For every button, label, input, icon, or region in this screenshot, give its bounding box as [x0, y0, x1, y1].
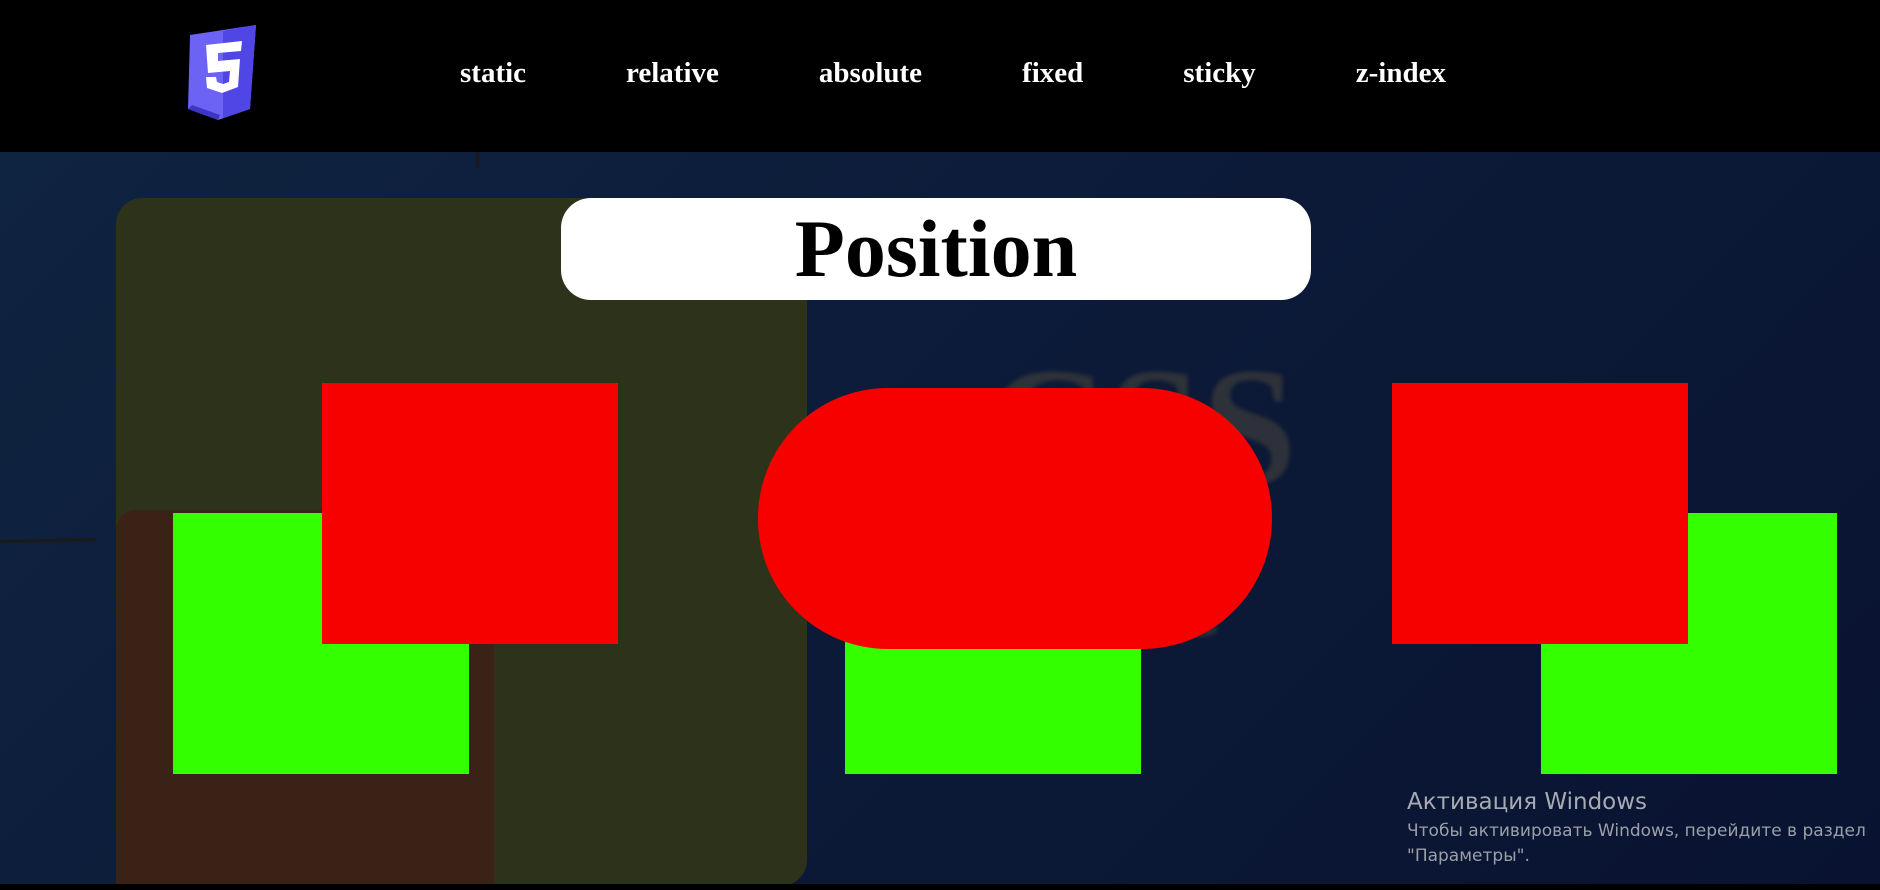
- activation-message-line-1: Чтобы активировать Windows, перейдите в …: [1407, 821, 1866, 841]
- red-pill-box: [758, 388, 1272, 649]
- activation-title: Активация Windows: [1407, 789, 1648, 815]
- nav-link-static[interactable]: static: [460, 48, 526, 98]
- windows-activation-watermark: Активация Windows Чтобы активировать Win…: [1407, 785, 1866, 869]
- activation-message-line-2: "Параметры".: [1407, 846, 1530, 866]
- main-nav: static relative absolute fixed sticky z-…: [460, 48, 1546, 98]
- stray-line: [0, 538, 97, 543]
- nav-link-relative[interactable]: relative: [626, 48, 719, 98]
- nav-link-absolute[interactable]: absolute: [819, 48, 922, 98]
- main-stage: CSS osit Position Активация Windows Чтоб…: [0, 152, 1880, 884]
- css3-logo-icon[interactable]: [184, 25, 262, 120]
- bottom-edge: [0, 884, 1880, 890]
- stray-line: [476, 152, 479, 168]
- red-box-1: [322, 383, 618, 644]
- css3-shield-icon: [188, 25, 256, 120]
- title-banner: Position: [561, 198, 1311, 300]
- nav-link-z-index[interactable]: z-index: [1356, 48, 1446, 98]
- top-navbar: static relative absolute fixed sticky z-…: [0, 0, 1880, 152]
- nav-link-fixed[interactable]: fixed: [1022, 48, 1083, 98]
- nav-link-sticky[interactable]: sticky: [1183, 48, 1256, 98]
- page-title: Position: [794, 203, 1078, 294]
- red-box-3: [1392, 383, 1688, 644]
